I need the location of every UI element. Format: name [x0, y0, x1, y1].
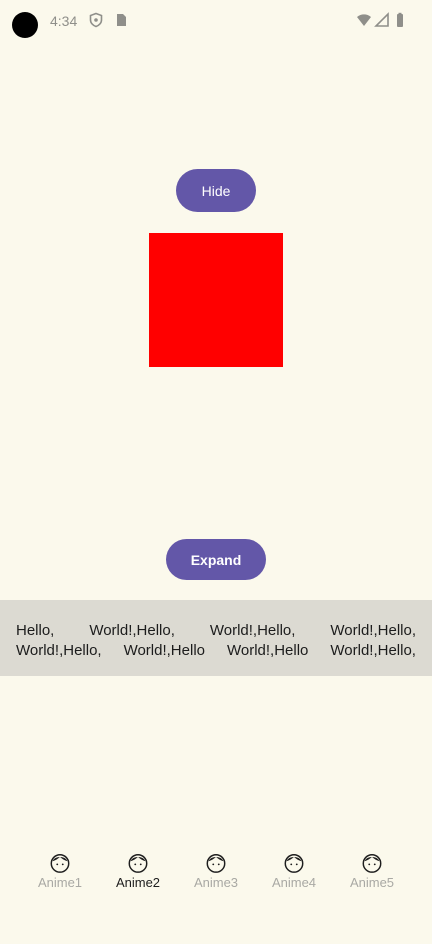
sim-card-icon: [117, 14, 126, 26]
marquee-text: World!,Hello: [226, 642, 309, 659]
expand-button[interactable]: Expand: [166, 539, 266, 580]
nav-label: Anime1: [37, 875, 83, 890]
nav-item-anime3[interactable]: Anime3: [177, 852, 255, 890]
face-icon: [284, 854, 304, 873]
wifi-icon: [357, 14, 371, 26]
face-icon: [50, 854, 70, 873]
nav-item-anime5[interactable]: Anime5: [333, 852, 411, 890]
battery-icon: [397, 12, 403, 27]
status-bar: 4:34: [0, 0, 432, 44]
face-icon: [128, 854, 148, 873]
face-icon: [206, 854, 226, 873]
nav-label: Anime4: [271, 875, 317, 890]
face-icon: [362, 854, 382, 873]
marquee-text: World!,Hello: [123, 642, 205, 659]
nav-label: Anime2: [115, 875, 161, 890]
marquee-text: World!,Hello,: [330, 622, 416, 639]
marquee-line-1: Hello, World!,Hello, World!,Hello, World…: [16, 622, 416, 639]
shield-icon: [89, 12, 103, 28]
marquee-text: Hello,: [16, 622, 55, 639]
bottom-navigation: Anime1 Anime2 Anime3 Anime4 Anime5: [0, 840, 432, 900]
nav-label: Anime5: [349, 875, 395, 890]
marquee-text: World!,Hello,: [16, 642, 102, 659]
nav-item-anime1[interactable]: Anime1: [21, 852, 99, 890]
nav-item-anime2[interactable]: Anime2: [99, 852, 177, 890]
marquee-line-2: World!,Hello, World!,Hello World!,Hello …: [16, 642, 416, 659]
marquee-text: World!,Hello,: [209, 622, 296, 639]
marquee-text: World!,Hello,: [89, 622, 175, 639]
hide-button[interactable]: Hide: [176, 169, 256, 212]
marquee-text-band: Hello, World!,Hello, World!,Hello, World…: [0, 600, 432, 676]
signal-icon: [374, 12, 389, 27]
animated-red-box: [149, 233, 283, 367]
status-time: 4:34: [50, 13, 78, 29]
marquee-text: World!,Hello,: [330, 642, 416, 659]
nav-label: Anime3: [193, 875, 239, 890]
nav-item-anime4[interactable]: Anime4: [255, 852, 333, 890]
camera-cutout: [12, 12, 38, 38]
